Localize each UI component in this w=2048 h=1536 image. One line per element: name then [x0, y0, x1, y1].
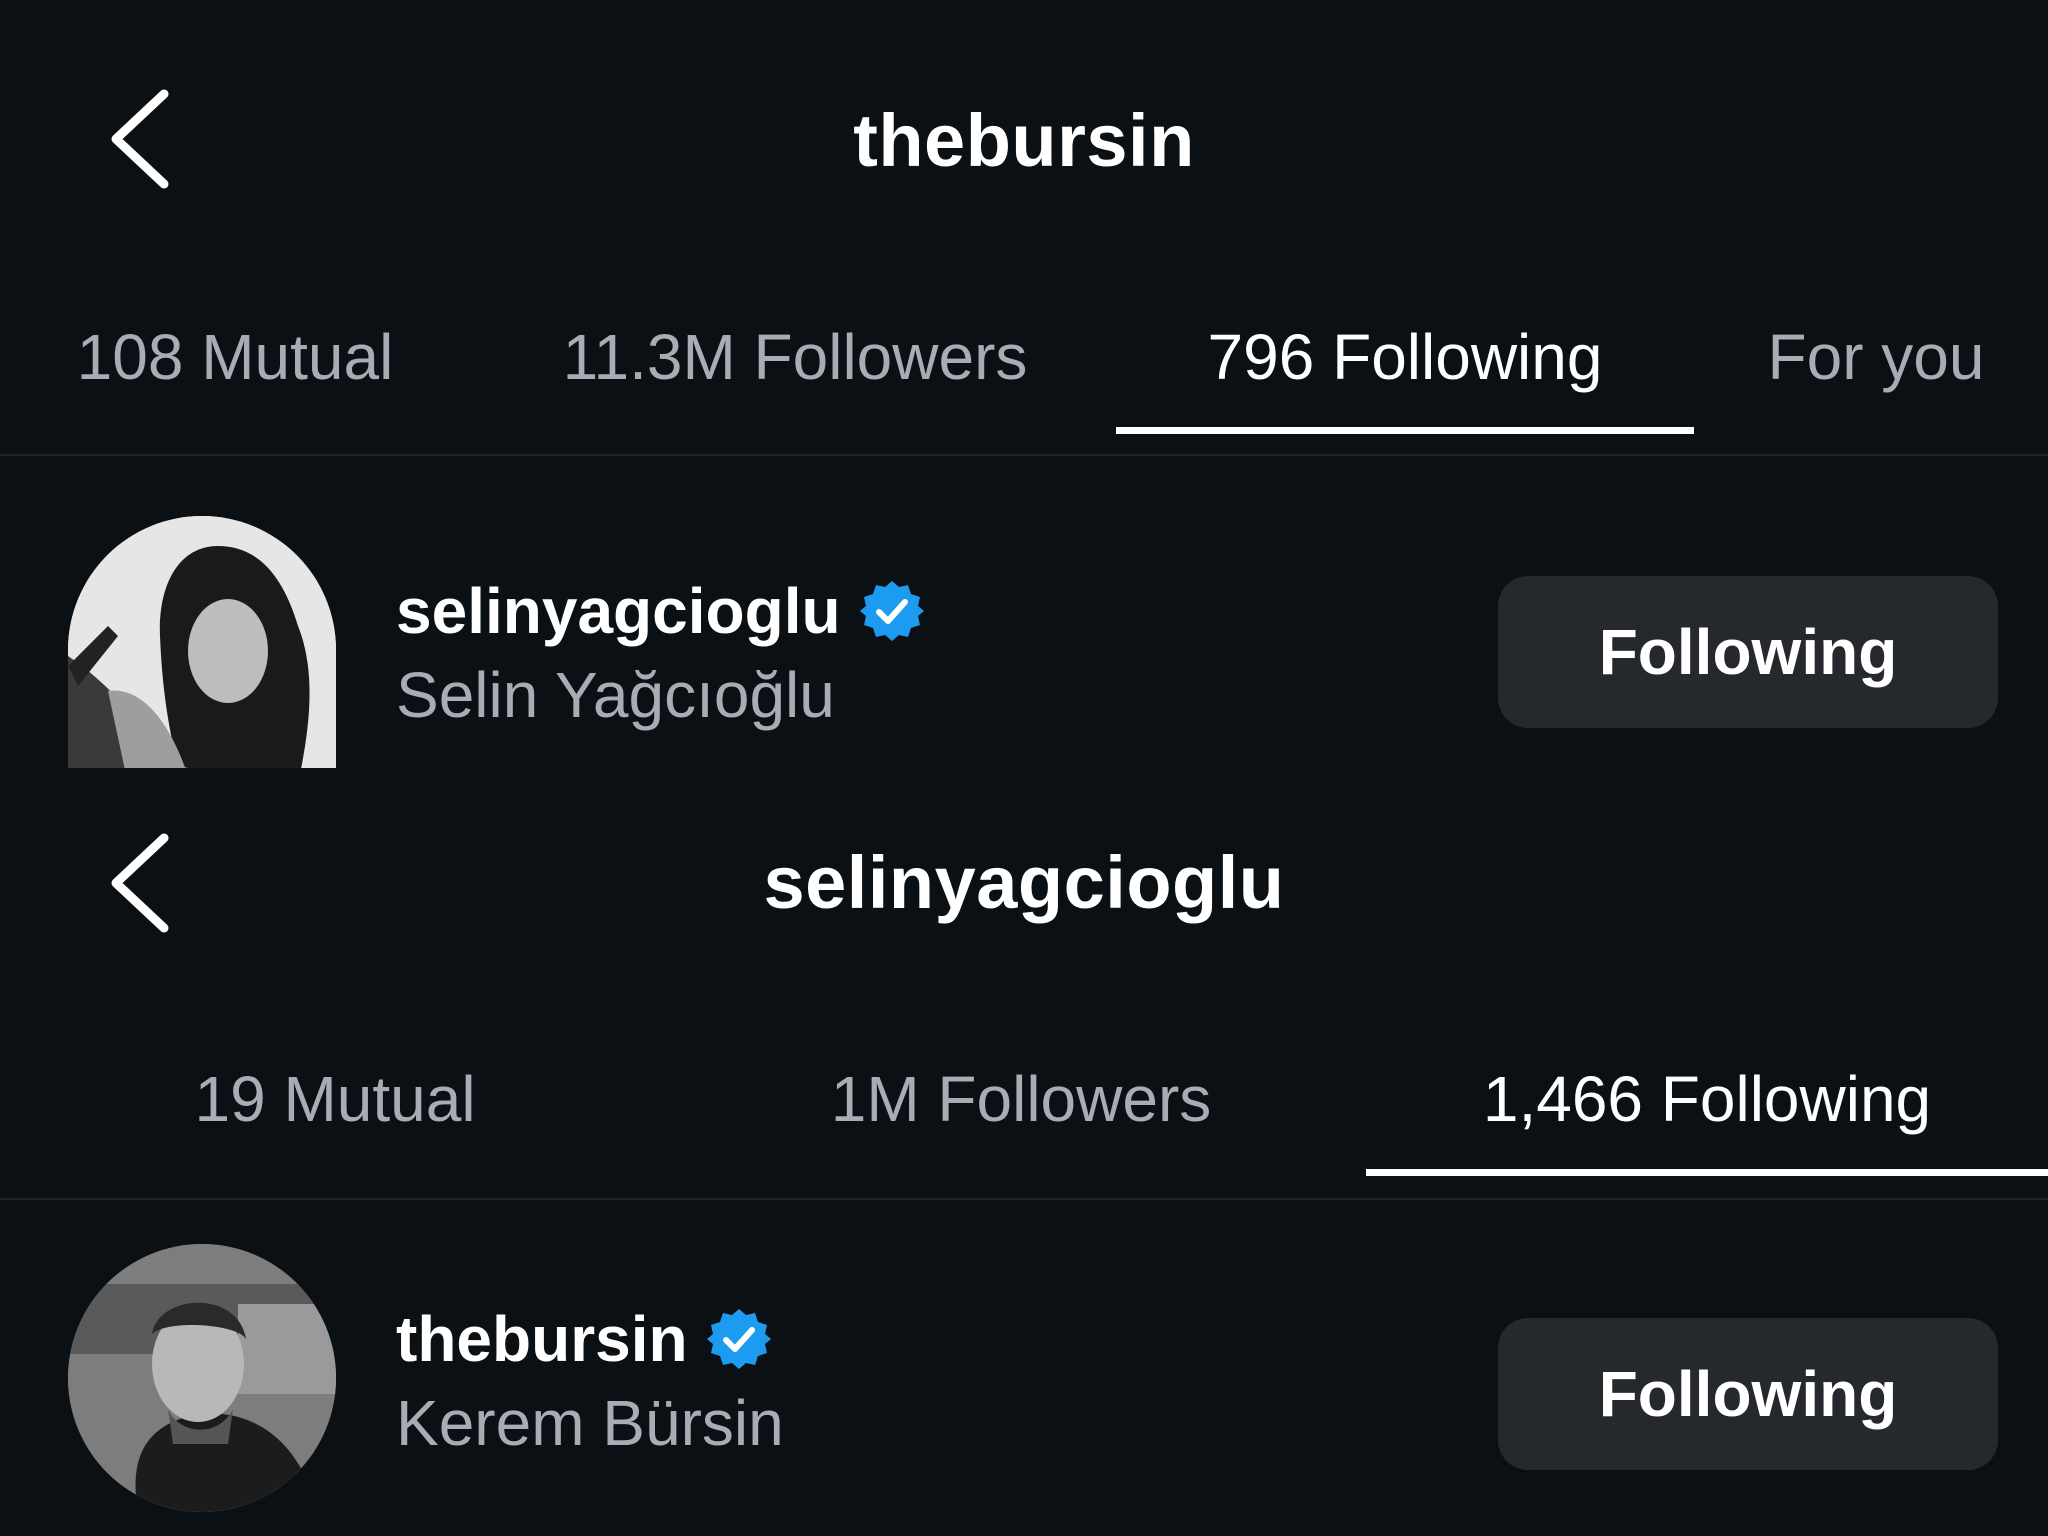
verified-badge-icon	[859, 578, 925, 644]
tab-mutual[interactable]: 19 Mutual	[0, 1032, 670, 1172]
full-name: Kerem Bürsin	[396, 1387, 784, 1459]
divider	[0, 1198, 2048, 1200]
tab-label: 108 Mutual	[76, 321, 394, 393]
username[interactable]: thebursin	[396, 1302, 688, 1376]
tab-underline	[1366, 1169, 2048, 1176]
page-title: selinyagcioglu	[763, 841, 1285, 924]
divider	[0, 454, 2048, 456]
user-info: thebursin Kerem Bürsin	[396, 1298, 784, 1460]
avatar-photo-icon	[68, 516, 336, 768]
tab-label: 796 Following	[1207, 321, 1603, 393]
tab-followers[interactable]: 11.3M Followers	[536, 290, 1054, 430]
page-title: thebursin	[853, 99, 1195, 182]
user-row[interactable]: selinyagcioglu Selin Yağcıoğlu Following	[0, 516, 2048, 776]
header: thebursin	[0, 0, 2048, 260]
tab-bar: 108 Mutual 11.3M Followers 796 Following…	[0, 290, 2048, 434]
username[interactable]: selinyagcioglu	[396, 574, 841, 648]
tab-followers[interactable]: 1M Followers	[686, 1032, 1356, 1172]
tab-following[interactable]: 796 Following	[1116, 290, 1694, 434]
username-line: selinyagcioglu	[396, 570, 925, 652]
tab-label: 19 Mutual	[194, 1063, 476, 1135]
verified-badge-icon	[706, 1306, 772, 1372]
user-row[interactable]: thebursin Kerem Bürsin Following	[0, 1244, 2048, 1512]
tab-mutual[interactable]: 108 Mutual	[52, 290, 418, 430]
following-screen-selinyagcioglu: selinyagcioglu 19 Mutual 1M Followers 1,…	[0, 768, 2048, 1536]
tab-following[interactable]: 1,466 Following	[1366, 1032, 2048, 1176]
following-button[interactable]: Following	[1498, 576, 1998, 728]
tab-label: For you	[1767, 321, 1985, 393]
tab-label: 11.3M Followers	[562, 321, 1028, 393]
user-info: selinyagcioglu Selin Yağcıoğlu	[396, 570, 925, 732]
following-button[interactable]: Following	[1498, 1318, 1998, 1470]
tab-underline	[1116, 427, 1694, 434]
header: selinyagcioglu	[0, 768, 2048, 1028]
username-line: thebursin	[396, 1298, 784, 1380]
tab-label: 1,466 Following	[1482, 1063, 1932, 1135]
tab-bar: 19 Mutual 1M Followers 1,466 Following	[0, 1032, 2048, 1176]
tab-label: 1M Followers	[830, 1063, 1212, 1135]
avatar[interactable]	[68, 516, 336, 768]
full-name: Selin Yağcıoğlu	[396, 659, 835, 731]
tab-for-you[interactable]: For you	[1754, 290, 1998, 430]
avatar[interactable]	[68, 1244, 336, 1512]
following-screen-thebursin: thebursin 108 Mutual 11.3M Followers 796…	[0, 0, 2048, 768]
avatar-photo-icon	[68, 1244, 336, 1512]
